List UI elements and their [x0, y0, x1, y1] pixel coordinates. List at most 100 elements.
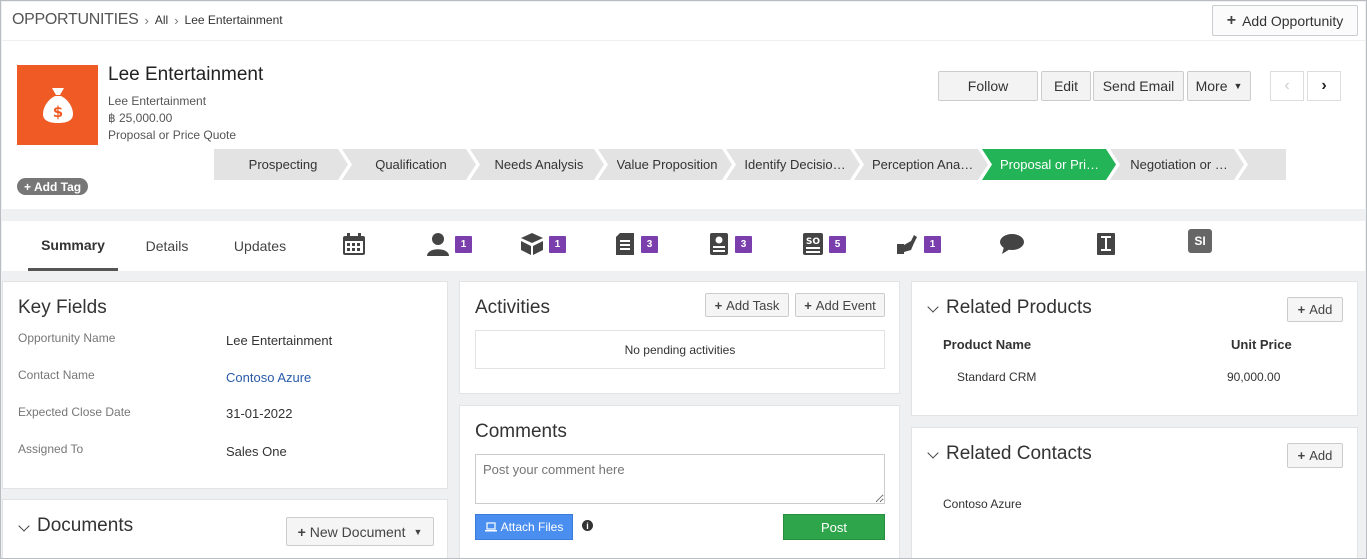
documents-panel: Documents + New Document ▼ [2, 499, 448, 558]
collapse-chevron-icon[interactable] [18, 520, 30, 532]
plus-icon: + [804, 297, 812, 313]
add-task-button[interactable]: + Add Task [705, 293, 789, 317]
tab-sales-order[interactable]: SO 5 [802, 231, 846, 257]
field-label: Expected Close Date [18, 405, 131, 419]
attach-files-button[interactable]: Attach Files [475, 514, 573, 540]
related-contacts-title: Related Contacts [946, 443, 1092, 464]
plus-icon: + [297, 523, 306, 540]
expected-close-date-value[interactable]: 31-01-2022 [226, 406, 293, 421]
money-bag-icon: $ [17, 65, 98, 145]
tab-support[interactable]: 1 [895, 231, 941, 257]
product-name-cell[interactable]: Standard CRM [957, 370, 1036, 384]
stage-3[interactable]: Needs Analysis [470, 149, 604, 180]
add-event-button[interactable]: + Add Event [795, 293, 885, 317]
caret-down-icon: ▼ [413, 526, 423, 537]
stage-1[interactable]: Prospecting [214, 149, 348, 180]
contact-name-link[interactable]: Contoso Azure [226, 370, 311, 385]
count-badge: 3 [641, 235, 658, 253]
tab-documents[interactable]: 3 [614, 231, 658, 257]
field-label: Assigned To [18, 442, 84, 456]
tab-invoice[interactable] [1096, 231, 1116, 257]
stage-2[interactable]: Qualification [342, 149, 476, 180]
previous-record-button[interactable]: ‹ [1270, 71, 1304, 101]
new-document-label: New Document [309, 523, 406, 540]
opportunity-name-value[interactable]: Lee Entertainment [226, 333, 332, 348]
record-amount: ฿ 25,000.00 [108, 111, 173, 125]
svg-text:$: $ [52, 103, 62, 121]
record-header: $ Lee Entertainment Lee Entertainment ฿ … [2, 41, 1365, 209]
related-contact-item[interactable]: Contoso Azure [943, 497, 1022, 511]
stage-7[interactable]: Proposal or Pric… [982, 149, 1116, 180]
contact-icon [426, 232, 450, 256]
stage-9[interactable]: Clo [1238, 149, 1286, 180]
tab-si[interactable]: SI [1188, 229, 1212, 257]
plus-icon: + [1226, 11, 1237, 29]
tab-updates[interactable]: Updates [224, 221, 296, 271]
tab-summary[interactable]: Summary [28, 221, 118, 271]
comment-icon [999, 233, 1025, 255]
count-badge: 3 [735, 235, 752, 253]
add-product-label: Add [1309, 302, 1333, 317]
plus-icon: + [24, 179, 32, 194]
info-icon[interactable]: i [582, 520, 593, 531]
stage-4[interactable]: Value Proposition [598, 149, 732, 180]
add-contact-label: Add [1309, 448, 1333, 463]
add-contact-button[interactable]: + Add [1287, 443, 1343, 468]
add-product-button[interactable]: + Add [1287, 297, 1343, 322]
stage-label: Qualification [375, 157, 447, 172]
documents-icon [614, 232, 636, 256]
tab-details[interactable]: Details [132, 221, 202, 271]
app-frame: OPPORTUNITIES › All › Lee Entertainment … [0, 0, 1367, 559]
add-opportunity-button[interactable]: + Add Opportunity [1212, 5, 1358, 36]
stage-5[interactable]: Identify Decisio… [726, 149, 860, 180]
add-event-label: Add Event [815, 297, 876, 313]
stage-label: Prospecting [248, 157, 318, 172]
breadcrumb-module[interactable]: OPPORTUNITIES [12, 11, 139, 29]
more-button[interactable]: More ▼ [1187, 71, 1251, 101]
related-contacts-panel: Related Contacts + Add Contoso Azure [911, 427, 1358, 558]
collapse-chevron-icon[interactable] [927, 301, 939, 313]
breadcrumb-current: Lee Entertainment [184, 13, 283, 27]
stage-label: Needs Analysis [494, 157, 584, 172]
post-comment-button[interactable]: Post [783, 514, 885, 540]
products-icon [520, 232, 544, 256]
attach-files-label: Attach Files [500, 520, 564, 534]
calendar-icon [342, 232, 366, 256]
field-label: Contact Name [18, 368, 95, 382]
record-title: Lee Entertainment [108, 64, 264, 85]
stage-8[interactable]: Negotiation or … [1110, 149, 1244, 180]
count-badge: 1 [549, 235, 566, 253]
tab-calendar[interactable] [342, 231, 366, 257]
new-document-button[interactable]: + New Document ▼ [286, 517, 434, 546]
more-label: More [1195, 78, 1228, 94]
no-activities-message: No pending activities [475, 330, 885, 369]
add-tag-button[interactable]: + Add Tag [17, 178, 89, 195]
next-record-button[interactable]: › [1307, 71, 1341, 101]
record-stage: Proposal or Price Quote [108, 128, 237, 142]
assigned-to-value[interactable]: Sales One [226, 444, 287, 459]
si-icon: SI [1188, 229, 1212, 253]
stage-path: Prospecting Qualification Needs Analysis Va… [214, 149, 1286, 180]
stage-label: Value Proposition [616, 157, 718, 172]
breadcrumb-all[interactable]: All [155, 13, 168, 27]
stage-6[interactable]: Perception Anal… [854, 149, 988, 180]
comments-title: Comments [475, 421, 567, 442]
related-products-panel: Related Products + Add Product Name Unit… [911, 281, 1358, 416]
tab-contact[interactable]: 1 [426, 231, 472, 257]
tab-comment[interactable] [999, 231, 1025, 257]
collapse-chevron-icon[interactable] [927, 447, 939, 459]
comment-textarea[interactable] [475, 454, 885, 504]
activities-title: Activities [475, 297, 550, 318]
edit-button[interactable]: Edit [1041, 71, 1091, 101]
tab-quotes[interactable]: 3 [708, 231, 752, 257]
stage-label: Identify Decisio… [744, 157, 846, 172]
send-email-button[interactable]: Send Email [1093, 71, 1184, 101]
unit-price-column-header: Unit Price [1231, 337, 1292, 352]
unit-price-cell: 90,000.00 [1227, 370, 1281, 384]
follow-button[interactable]: Follow [938, 71, 1038, 101]
record-account: Lee Entertainment [108, 94, 207, 108]
invoice-icon [1096, 232, 1116, 256]
stage-label: Perception Anal… [872, 157, 974, 172]
add-opportunity-label: Add Opportunity [1242, 12, 1344, 29]
tab-products[interactable]: 1 [520, 231, 566, 257]
